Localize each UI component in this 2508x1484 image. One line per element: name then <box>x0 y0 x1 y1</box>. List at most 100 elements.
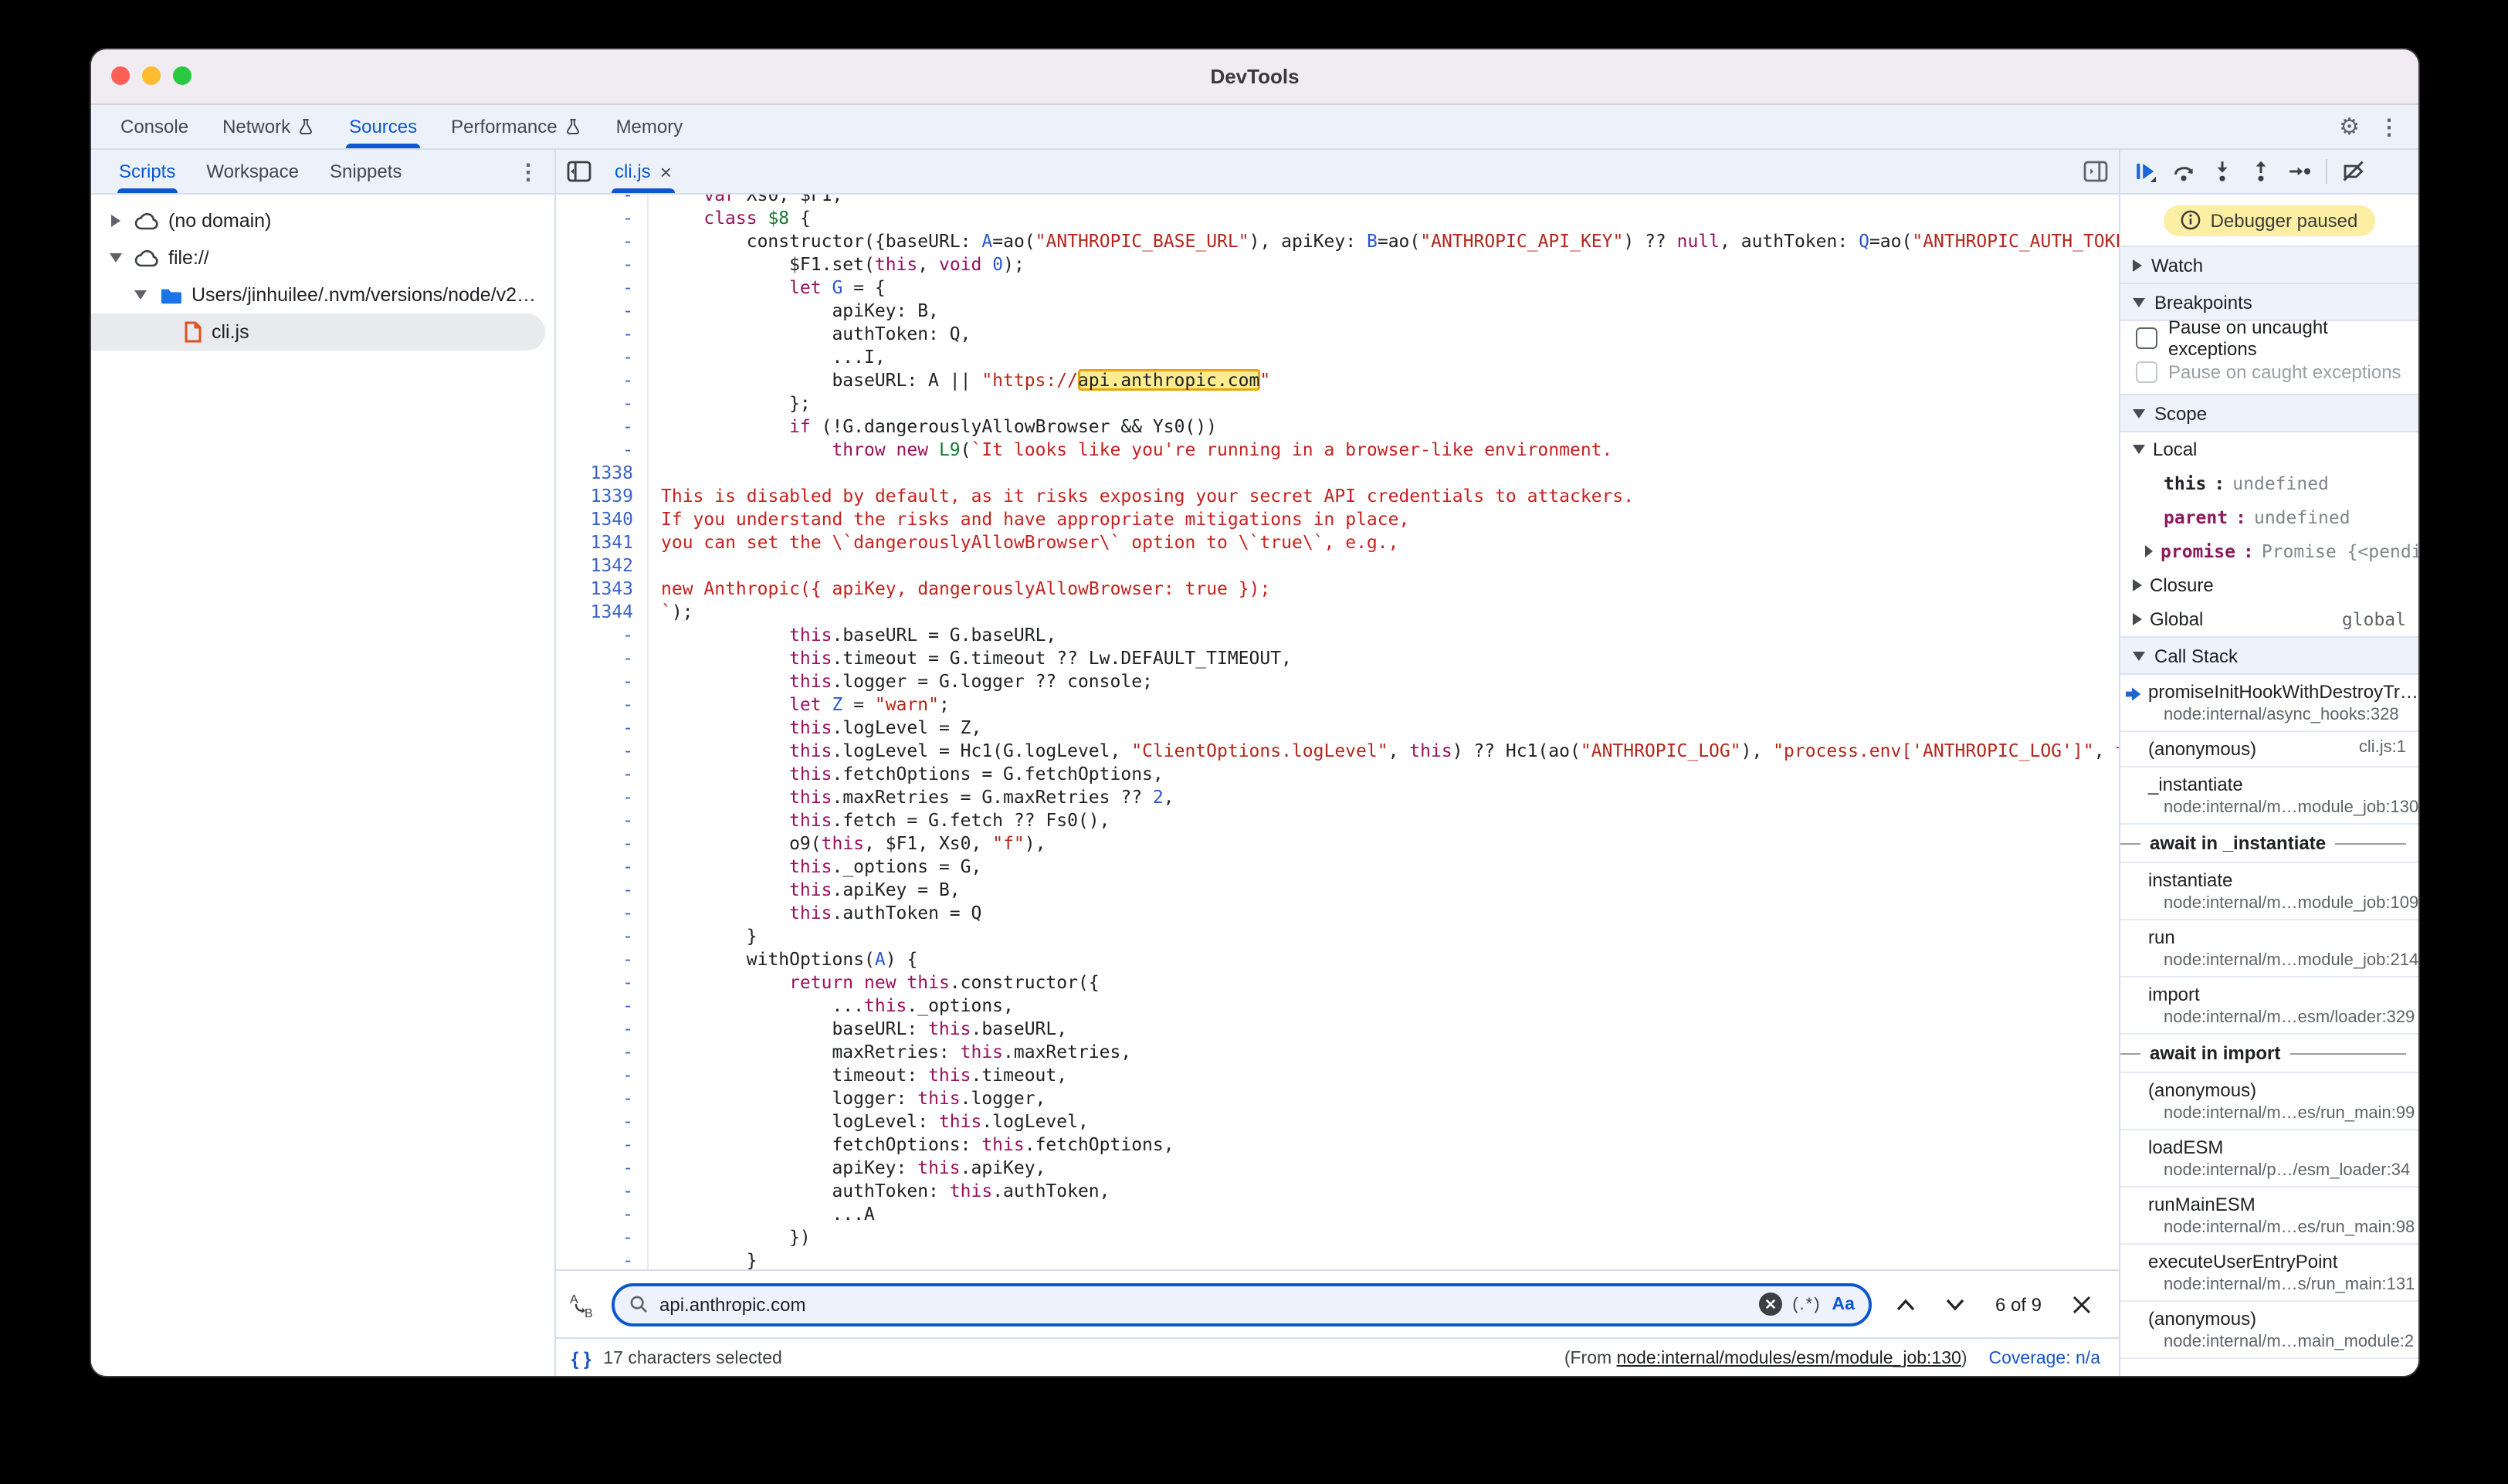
code-line[interactable]: -withOptions(A) { <box>556 948 2119 971</box>
code-editor[interactable]: -var Xs0, $F1;-class $8 {-constructor({b… <box>556 195 2119 1269</box>
code-line[interactable]: -class $8 { <box>556 207 2119 230</box>
line-gutter[interactable]: - <box>556 276 649 300</box>
code-line[interactable]: -this.timeout = G.timeout ?? Lw.DEFAULT_… <box>556 647 2119 670</box>
code-line[interactable]: -logLevel: this.logLevel, <box>556 1110 2119 1133</box>
code-line[interactable]: -...A <box>556 1203 2119 1226</box>
code-line[interactable]: -this.authToken = Q <box>556 902 2119 925</box>
call-stack-frame-run[interactable]: runnode:internal/m…module_job:214 <box>2120 920 2418 977</box>
call-stack-frame-instantiate[interactable]: instantiatenode:internal/m…module_job:10… <box>2120 863 2418 920</box>
step-into-icon[interactable] <box>2210 159 2235 184</box>
breakpoint-option-pause-on-caught-exceptions[interactable]: Pause on caught exceptions <box>2120 355 2418 389</box>
section-breakpoints[interactable]: Breakpoints <box>2120 284 2418 321</box>
close-window-button[interactable] <box>111 66 130 85</box>
scope-local[interactable]: Local <box>2120 432 2418 466</box>
step-out-icon[interactable] <box>2249 159 2273 184</box>
toggle-debugger-panel-icon[interactable] <box>2072 150 2119 193</box>
search-input[interactable]: api.anthropic.com (.*) Aa <box>612 1282 1872 1326</box>
line-gutter[interactable]: - <box>556 346 649 369</box>
code-line[interactable]: -fetchOptions: this.fetchOptions, <box>556 1133 2119 1157</box>
clear-search-icon[interactable] <box>1758 1293 1781 1316</box>
zoom-window-button[interactable] <box>173 66 191 85</box>
tree-item-users-jinhuilee-nvm-versions-node-v2-[interactable]: Users/jinhuilee/.nvm/versions/node/v2… <box>91 276 545 313</box>
code-line[interactable]: -this.logger = G.logger ?? console; <box>556 670 2119 693</box>
code-line[interactable]: -baseURL: A || "https://api.anthropic.co… <box>556 369 2119 392</box>
line-gutter[interactable]: - <box>556 971 649 994</box>
code-line[interactable]: -this._options = G, <box>556 856 2119 879</box>
line-gutter[interactable]: 1340 <box>556 508 649 531</box>
call-stack-frame--anonymous-[interactable]: (anonymous)node:internal/m…main_module:2 <box>2120 1302 2418 1359</box>
line-gutter[interactable]: - <box>556 740 649 763</box>
code-line[interactable]: -this.logLevel = Hc1(G.logLevel, "Client… <box>556 740 2119 763</box>
line-gutter[interactable]: - <box>556 207 649 230</box>
line-gutter[interactable]: - <box>556 323 649 346</box>
line-gutter[interactable]: - <box>556 1087 649 1110</box>
code-line[interactable]: -o9(this, $F1, Xs0, "f"), <box>556 832 2119 856</box>
line-gutter[interactable]: - <box>556 1133 649 1157</box>
search-value[interactable]: api.anthropic.com <box>659 1293 1747 1315</box>
code-line[interactable]: -this.fetchOptions = G.fetchOptions, <box>556 763 2119 786</box>
code-line[interactable]: -}; <box>556 392 2119 415</box>
close-find-bar-icon[interactable] <box>2072 1295 2091 1313</box>
code-line[interactable]: -this.maxRetries = G.maxRetries ?? 2, <box>556 786 2119 809</box>
line-gutter[interactable]: - <box>556 809 649 832</box>
scope-entry-this[interactable]: this: undefined <box>2120 466 2418 500</box>
line-gutter[interactable]: 1339 <box>556 485 649 508</box>
line-gutter[interactable]: - <box>556 1226 649 1249</box>
sidebar-tab-scripts[interactable]: Scripts <box>103 150 191 193</box>
tree-item-file-[interactable]: file:// <box>91 239 545 276</box>
line-gutter[interactable]: - <box>556 647 649 670</box>
line-gutter[interactable]: - <box>556 902 649 925</box>
call-stack-frame-executeuserentrypoint[interactable]: executeUserEntryPointnode:internal/m…s/r… <box>2120 1245 2418 1302</box>
call-stack-frame-import[interactable]: importnode:internal/m…esm/loader:329 <box>2120 977 2418 1035</box>
tab-console[interactable]: Console <box>103 105 205 148</box>
next-match-icon[interactable] <box>1946 1298 1964 1310</box>
tree-item-cli-js[interactable]: cli.js <box>91 313 545 351</box>
line-gutter[interactable]: - <box>556 392 649 415</box>
code-line[interactable]: 1340If you understand the risks and have… <box>556 508 2119 531</box>
code-line[interactable]: -$F1.set(this, void 0); <box>556 253 2119 276</box>
regex-toggle[interactable]: (.*) <box>1792 1295 1821 1313</box>
scope-entry-parent[interactable]: parent: undefined <box>2120 500 2418 534</box>
settings-gear-icon[interactable]: ⚙ <box>2339 115 2360 138</box>
code-line[interactable]: 1342 <box>556 554 2119 578</box>
line-gutter[interactable]: - <box>556 1249 649 1269</box>
line-gutter[interactable]: - <box>556 230 649 253</box>
line-gutter[interactable]: - <box>556 856 649 879</box>
code-line[interactable]: -logger: this.logger, <box>556 1087 2119 1110</box>
code-line[interactable]: -apiKey: B, <box>556 300 2119 323</box>
line-gutter[interactable]: 1344 <box>556 601 649 624</box>
scope-closure[interactable]: Closure <box>2120 568 2418 602</box>
code-line[interactable]: -timeout: this.timeout, <box>556 1064 2119 1087</box>
line-gutter[interactable]: 1341 <box>556 531 649 554</box>
call-stack-frame--anonymous-[interactable]: (anonymous)node:internal/m…es/run_main:9… <box>2120 1073 2418 1130</box>
section-call-stack[interactable]: Call Stack <box>2120 636 2418 675</box>
code-line[interactable]: 1343new Anthropic({ apiKey, dangerouslyA… <box>556 578 2119 601</box>
code-line[interactable]: -this.apiKey = B, <box>556 879 2119 902</box>
line-gutter[interactable]: - <box>556 369 649 392</box>
line-gutter[interactable]: - <box>556 1110 649 1133</box>
checkbox[interactable] <box>2136 327 2157 349</box>
chevron-down-icon[interactable] <box>110 253 122 263</box>
code-line[interactable]: -maxRetries: this.maxRetries, <box>556 1041 2119 1064</box>
line-gutter[interactable]: - <box>556 195 649 207</box>
code-line[interactable]: -this.logLevel = Z, <box>556 717 2119 740</box>
code-line[interactable]: -throw new L9(`It looks like you're runn… <box>556 439 2119 462</box>
line-gutter[interactable]: - <box>556 717 649 740</box>
tab-cli-js[interactable]: cli.js × <box>602 150 684 193</box>
match-case-toggle[interactable]: Aa <box>1832 1295 1855 1313</box>
checkbox[interactable] <box>2136 361 2157 383</box>
section-scope[interactable]: Scope <box>2120 394 2418 432</box>
line-gutter[interactable]: - <box>556 925 649 948</box>
line-gutter[interactable]: 1338 <box>556 462 649 485</box>
line-gutter[interactable]: - <box>556 693 649 717</box>
tree-item--no-domain-[interactable]: (no domain) <box>91 202 545 239</box>
step-icon[interactable] <box>2287 159 2312 184</box>
code-line[interactable]: -} <box>556 925 2119 948</box>
code-line[interactable]: -...this._options, <box>556 994 2119 1018</box>
code-line[interactable]: 1344`); <box>556 601 2119 624</box>
more-options-icon[interactable]: ⋮ <box>2378 114 2400 140</box>
chevron-right-icon[interactable] <box>111 215 120 227</box>
line-gutter[interactable]: - <box>556 624 649 647</box>
code-line[interactable]: -this.baseURL = G.baseURL, <box>556 624 2119 647</box>
replace-toggle-icon[interactable]: AB <box>568 1290 596 1318</box>
